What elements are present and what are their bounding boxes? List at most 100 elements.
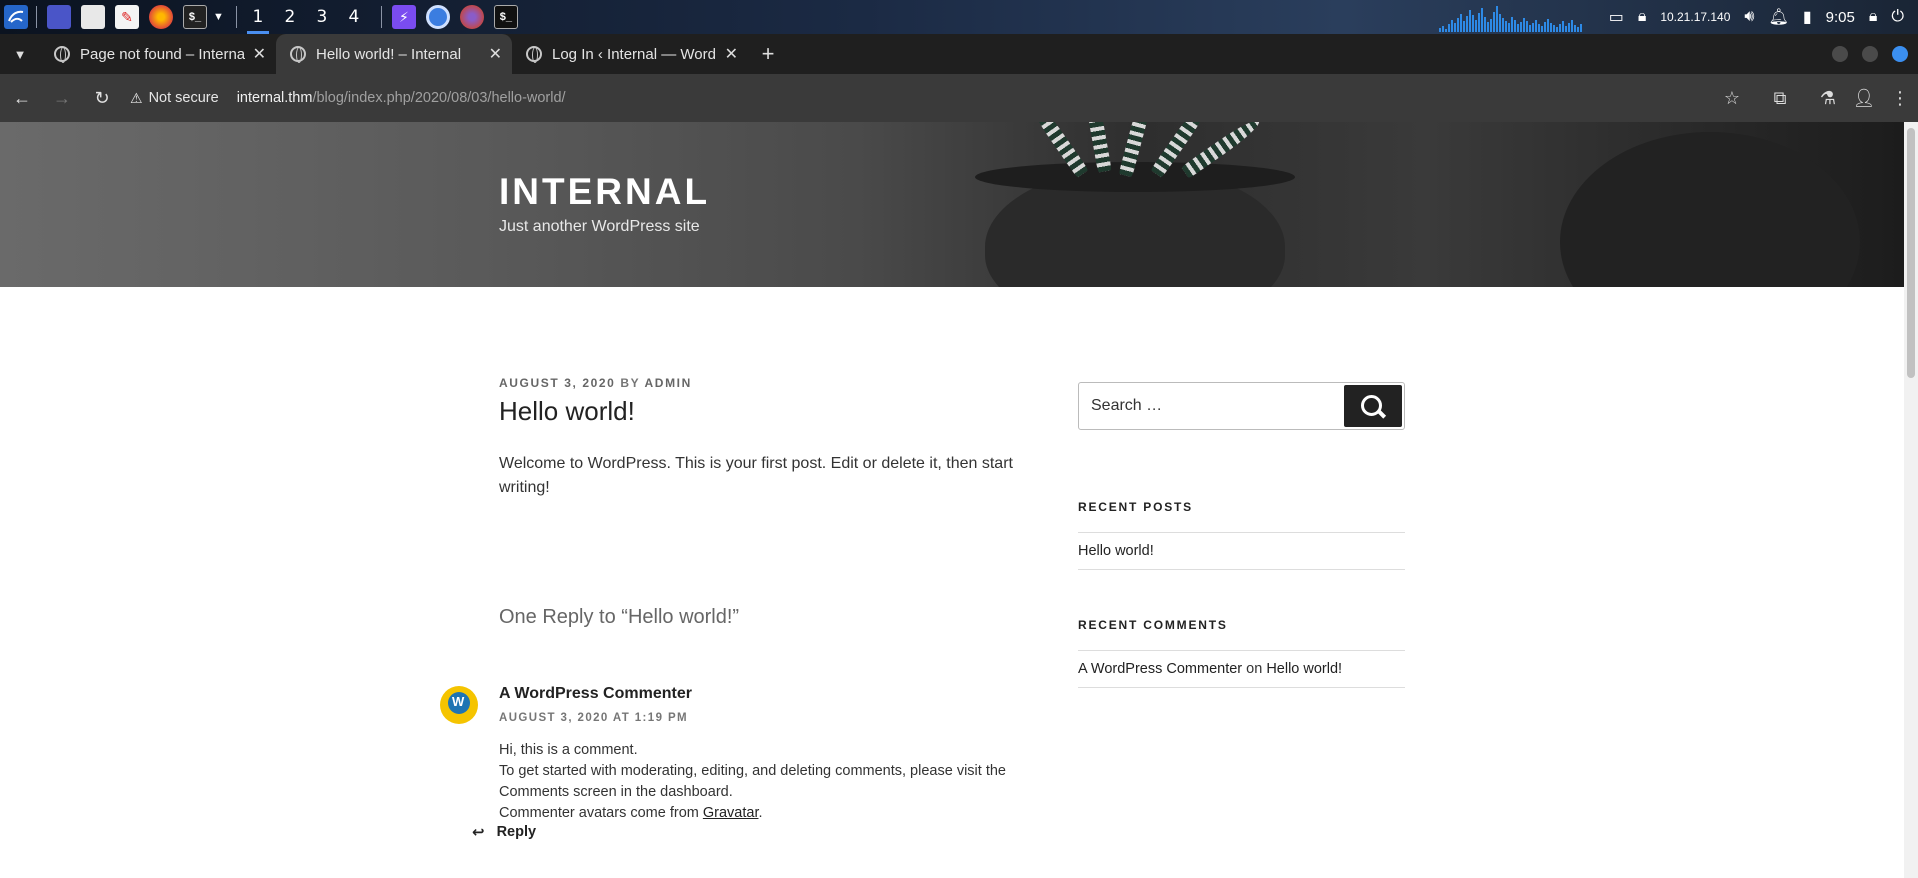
graph-bar — [1477, 13, 1480, 32]
post-author[interactable]: ADMIN — [645, 376, 692, 390]
graph-bar — [1564, 26, 1567, 32]
security-indicator[interactable]: ⚠ Not secure — [130, 90, 219, 107]
file-manager-icon[interactable] — [81, 5, 105, 29]
graph-bar — [1516, 24, 1519, 32]
terminal-icon[interactable]: $_ — [183, 5, 207, 29]
profile-icon[interactable]: 👤︎ — [1846, 88, 1882, 109]
header-decoration — [1560, 132, 1860, 287]
power-icon[interactable]: ⏻ — [1891, 8, 1904, 26]
graph-bar — [1480, 8, 1483, 32]
menu-icon[interactable]: ⋮ — [1882, 88, 1918, 109]
reload-button[interactable]: ↻ — [84, 80, 120, 116]
workspace-2[interactable]: 2 — [275, 0, 305, 34]
graph-bar — [1474, 20, 1477, 32]
graph-bar — [1579, 24, 1582, 32]
address-bar[interactable]: ⚠ Not secure internal.thm/blog/index.php… — [130, 80, 566, 116]
graph-bar — [1543, 22, 1546, 32]
lock-icon[interactable]: 🔒︎ — [1869, 8, 1878, 26]
site-title[interactable]: INTERNAL — [499, 171, 710, 213]
tab-hello-world[interactable]: Hello world! – Internal ✕ — [276, 34, 512, 74]
graph-bar — [1525, 21, 1528, 32]
taskbar: ✎ $_ ▼ 1 2 3 4 ⚡ $_ ▭ 🔒︎ 10.21.17.140 🔊︎… — [0, 0, 1918, 34]
workspace-1[interactable]: 1 — [243, 0, 273, 34]
browser-toolbar: ← → ↻ ⚠ Not secure internal.thm/blog/ind… — [0, 74, 1918, 122]
post-body: Welcome to WordPress. This is your first… — [499, 455, 1013, 496]
window-controls — [1832, 46, 1908, 62]
recent-comment-author[interactable]: A WordPress Commenter — [1078, 661, 1242, 677]
close-icon[interactable]: ✕ — [253, 44, 266, 64]
graph-bar — [1465, 16, 1468, 32]
graph-bar — [1513, 20, 1516, 32]
close-icon[interactable]: ✕ — [725, 44, 738, 64]
reply-label: Reply — [496, 824, 537, 840]
chevron-down-icon[interactable]: ▼ — [213, 11, 224, 23]
firefox-icon[interactable] — [459, 5, 484, 29]
firefox-icon[interactable] — [149, 5, 173, 29]
comment-date[interactable]: AUGUST 3, 2020 AT 1:19 PM — [499, 712, 688, 724]
search-button[interactable] — [1344, 385, 1402, 427]
graph-bar — [1519, 22, 1522, 32]
recent-post-link[interactable]: Hello world! — [1078, 543, 1154, 559]
graph-bar — [1438, 28, 1441, 32]
post-date[interactable]: AUGUST 3, 2020 — [499, 376, 615, 390]
graph-bar — [1447, 24, 1450, 32]
recent-comment-post[interactable]: Hello world! — [1266, 661, 1342, 677]
kali-menu-icon[interactable] — [4, 5, 28, 29]
taskbar-separator — [235, 6, 237, 28]
workspace-4[interactable]: 4 — [339, 0, 369, 34]
new-tab-button[interactable]: + — [748, 34, 788, 74]
text-editor-icon[interactable]: ✎ — [115, 5, 139, 29]
bookmark-star-icon[interactable]: ☆ — [1714, 88, 1750, 109]
graph-bar — [1522, 18, 1525, 32]
header-image: INTERNAL Just another WordPress site — [0, 122, 1904, 287]
close-icon[interactable]: ✕ — [489, 44, 502, 64]
tab-search-icon[interactable]: ▼ — [0, 34, 40, 74]
graph-bar — [1450, 20, 1453, 32]
graph-bar — [1552, 25, 1555, 32]
reply-button[interactable]: ↩ Reply — [472, 823, 536, 841]
graph-bar — [1534, 20, 1537, 32]
scrollbar-thumb[interactable] — [1907, 128, 1915, 378]
maximize-button[interactable] — [1862, 46, 1878, 62]
post-meta: AUGUST 3, 2020 BY ADMIN — [499, 376, 692, 390]
notification-bell-icon[interactable]: 🔔︎ — [1769, 7, 1789, 27]
taskbar-separator — [36, 6, 37, 28]
comments-heading: One Reply to “Hello world!” — [499, 606, 740, 628]
forward-button[interactable]: → — [44, 80, 80, 116]
gravatar-link[interactable]: Gravatar — [703, 805, 759, 821]
comment-author[interactable]: A WordPress Commenter — [499, 685, 692, 703]
globe-icon — [54, 46, 70, 63]
graph-bar — [1576, 27, 1579, 32]
battery-icon[interactable]: ▮ — [1803, 7, 1812, 27]
page-scrollbar[interactable] — [1904, 122, 1918, 878]
graph-bar — [1498, 14, 1501, 32]
tab-page-not-found[interactable]: Page not found – Internal ✕ — [40, 34, 276, 74]
chromium-icon[interactable] — [425, 5, 450, 29]
clock[interactable]: 9:05 — [1826, 9, 1855, 26]
screen-icon[interactable]: ▭ — [1609, 7, 1624, 27]
search-input[interactable]: Search … — [1091, 397, 1162, 415]
comment-text: . — [758, 805, 763, 821]
minimize-button[interactable] — [1832, 46, 1848, 62]
taskbar-separator — [380, 6, 382, 28]
labs-icon[interactable]: ⚗ — [1810, 88, 1846, 109]
desktop-icon[interactable] — [47, 5, 71, 29]
graph-bar — [1537, 24, 1540, 32]
terminal-icon[interactable]: $_ — [493, 5, 518, 29]
workspace-3[interactable]: 3 — [307, 0, 337, 34]
graph-bar — [1561, 21, 1564, 32]
graph-bar — [1468, 10, 1471, 32]
close-window-button[interactable] — [1892, 46, 1908, 62]
back-button[interactable]: ← — [4, 80, 40, 116]
post-title: Hello world! — [499, 396, 635, 426]
burp-icon[interactable]: ⚡ — [391, 5, 416, 29]
extensions-icon[interactable]: ⧉ — [1762, 88, 1798, 109]
volume-icon[interactable]: 🔊︎ — [1744, 8, 1754, 26]
graph-bar — [1459, 14, 1462, 32]
graph-bar — [1531, 23, 1534, 32]
web-page: INTERNAL Just another WordPress site AUG… — [0, 122, 1904, 878]
graph-bar — [1471, 15, 1474, 32]
tab-login[interactable]: Log In ‹ Internal — WordPress ✕ — [512, 34, 748, 74]
warning-icon: ⚠ — [130, 89, 143, 106]
comment-line: Hi, this is a comment. — [499, 742, 638, 758]
